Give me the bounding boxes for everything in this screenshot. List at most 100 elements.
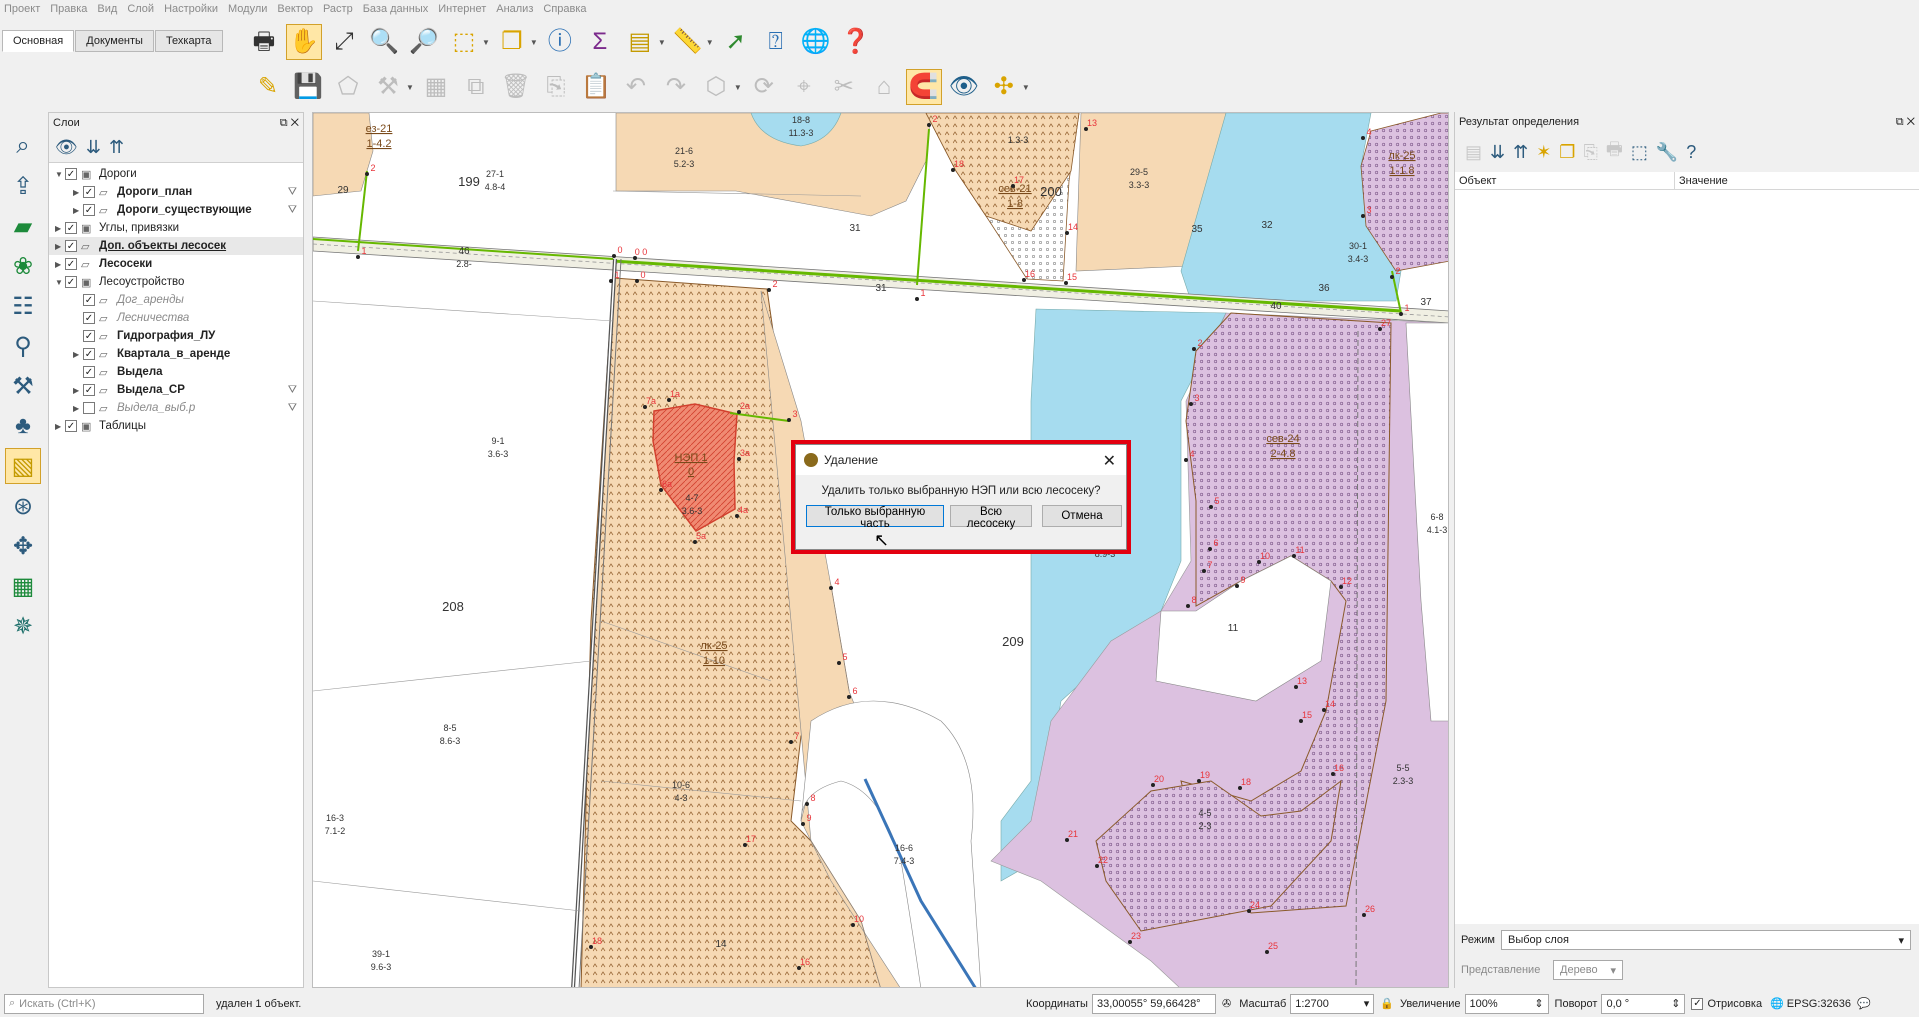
layer-row[interactable]: ▶ ▱ Выдела_выб.р ⛛ — [49, 399, 303, 417]
locator-search-input[interactable]: ⌕ Искать (Ctrl+K) — [4, 993, 204, 1014]
view-select[interactable]: Дерево ▾ — [1553, 960, 1623, 980]
menu-item[interactable]: Проект — [4, 3, 40, 15]
map-vertex-point[interactable] — [805, 802, 809, 806]
results-tree[interactable] — [1455, 190, 1919, 924]
menu-item[interactable]: Вектор — [277, 3, 313, 15]
undo-icon[interactable]: ↶ — [618, 69, 654, 105]
globe-icon[interactable]: 🌐 — [798, 24, 834, 60]
collapse-all-icon[interactable]: ⇈ — [109, 137, 124, 158]
layer-row[interactable]: ▶ ✓ ▱ Дороги_план ⛛ — [49, 183, 303, 201]
chevron-down-icon[interactable]: ▼ — [530, 38, 538, 47]
layer-visibility-checkbox[interactable]: ✓ — [83, 204, 95, 216]
tab-techmap[interactable]: Техкарта — [154, 30, 223, 52]
chevron-down-icon[interactable]: ▼ — [706, 38, 714, 47]
expand-arrow-icon[interactable]: ▶ — [73, 404, 83, 413]
add-feature-icon[interactable]: ⬠ — [330, 69, 366, 105]
snapping-magnet-icon[interactable]: 🧲 — [905, 69, 942, 105]
crs-globe-icon[interactable]: 🌐 — [1770, 997, 1784, 1010]
identify-icon[interactable]: ⓘ — [542, 24, 578, 60]
coords-field[interactable]: 33,00055° 59,66428° — [1091, 993, 1216, 1014]
layer-visibility-checkbox[interactable]: ✓ — [65, 222, 77, 234]
layer-visibility-checkbox[interactable]: ✓ — [83, 294, 95, 306]
map-vertex-point[interactable] — [1399, 312, 1403, 316]
map-vertex-point[interactable] — [927, 123, 931, 127]
delete-selected-icon[interactable]: 🗑 — [498, 69, 534, 105]
tools-icon[interactable]: ⚒ — [5, 368, 41, 404]
chevron-down-icon[interactable]: ▼ — [482, 38, 490, 47]
tree-emblem-icon[interactable]: ✵ — [5, 608, 41, 644]
map-vertex-point[interactable] — [1235, 584, 1239, 588]
redo-icon[interactable]: ↷ — [658, 69, 694, 105]
layer-row[interactable]: ▶ ✓ ▱ Доп. объекты лесосек — [49, 237, 303, 255]
calculator-icon[interactable]: ▦ — [5, 568, 41, 604]
layer-visibility-checkbox[interactable]: ✓ — [83, 366, 95, 378]
zoom-full-icon[interactable]: ⤢ — [326, 24, 362, 60]
menu-item[interactable]: Правка — [50, 3, 87, 15]
checklist-icon[interactable]: ☷ — [5, 288, 41, 324]
filter-icon[interactable]: ⛛ — [288, 186, 297, 199]
toggle-edit-pencil-icon[interactable]: ✎ — [250, 69, 286, 105]
menu-item[interactable]: Настройки — [164, 3, 218, 15]
copy-features-icon[interactable]: ⧉ — [458, 69, 494, 105]
expand-arrow-icon[interactable]: ▶ — [73, 206, 83, 215]
help-tip-icon[interactable]: ⍰ — [758, 24, 794, 60]
collapse-all-icon[interactable]: ⇈ — [1513, 142, 1528, 163]
identify-mode-icon[interactable]: ⬚ — [1631, 142, 1648, 163]
layer-visibility-checkbox[interactable]: ✓ — [83, 312, 95, 324]
coords-toggle-icon[interactable]: ✇ — [1222, 997, 1231, 1010]
mode-select[interactable]: Выбор слоя ▾ — [1501, 930, 1911, 950]
chevron-down-icon[interactable]: ▼ — [734, 83, 742, 92]
layer-row[interactable]: ▶ ✓ ▣ Таблицы — [49, 417, 303, 435]
map-vertex-point[interactable] — [1361, 136, 1365, 140]
menu-item[interactable]: База данных — [363, 3, 429, 15]
crs-label[interactable]: EPSG:32636 — [1787, 998, 1851, 1010]
map-vertex-point[interactable] — [787, 418, 791, 422]
scale-field[interactable]: 1:2700 ▾ — [1290, 993, 1375, 1014]
layer-row[interactable]: ▼ ✓ ▣ Лесоустройство — [49, 273, 303, 291]
menu-item[interactable]: Растр — [323, 3, 353, 15]
measure-ruler-icon[interactable]: 📏 — [670, 24, 706, 60]
layer-visibility-checkbox[interactable]: ✓ — [65, 168, 77, 180]
chevron-down-icon[interactable]: ▼ — [406, 83, 414, 92]
whole-cutting-area-button[interactable]: Всю лесосеку — [950, 505, 1032, 530]
route-pins-icon[interactable]: ⚲ — [5, 328, 41, 364]
filter-icon[interactable]: ⛛ — [288, 384, 297, 397]
map-vertex-point[interactable] — [1390, 275, 1394, 279]
map-vertex-point[interactable] — [915, 297, 919, 301]
vertex-tool-icon[interactable]: ⚒ — [370, 69, 406, 105]
layer-row[interactable]: ▶ ✓ ▣ Углы, привязки — [49, 219, 303, 237]
layer-row[interactable]: ▶ ✓ ▱ Дороги_существующие ⛛ — [49, 201, 303, 219]
rotate-icon[interactable]: ⟳ — [746, 69, 782, 105]
map-vertex-point[interactable] — [1186, 604, 1190, 608]
statistics-sigma-icon[interactable]: Σ — [582, 24, 618, 60]
upload-icon[interactable]: ⇪ — [5, 168, 41, 204]
visibility-eye-icon[interactable]: 👁 — [55, 137, 78, 158]
cursor-arrow-icon[interactable]: ➚ — [718, 24, 754, 60]
expand-arrow-icon[interactable]: ▶ — [55, 260, 65, 269]
expand-tree-icon[interactable]: ▤ — [1465, 142, 1482, 163]
layer-row[interactable]: ▼ ✓ ▣ Дороги — [49, 165, 303, 183]
tab-documents[interactable]: Документы — [75, 30, 154, 52]
paste-features-icon[interactable]: 📋 — [578, 69, 614, 105]
expand-arrow-icon[interactable]: ▶ — [55, 242, 65, 251]
menu-item[interactable]: Анализ — [496, 3, 533, 15]
help-icon[interactable]: ❓ — [838, 24, 874, 60]
map-vertex-point[interactable] — [1209, 505, 1213, 509]
chevron-down-icon[interactable]: ▼ — [1022, 83, 1030, 92]
map-vertex-point[interactable] — [1189, 402, 1193, 406]
map-vertex-point[interactable] — [767, 288, 771, 292]
zoom-layer-icon[interactable]: 🔍 — [366, 24, 402, 60]
map-vertex-point[interactable] — [609, 279, 613, 283]
print-icon[interactable]: 🖶 — [246, 24, 282, 60]
render-checkbox[interactable]: ✓ — [1691, 997, 1704, 1010]
layer-row[interactable]: ✓ ▱ Дог_аренды — [49, 291, 303, 309]
layer-visibility-checkbox[interactable]: ✓ — [83, 330, 95, 342]
expand-all-icon[interactable]: ⇊ — [1490, 142, 1505, 163]
split-icon[interactable]: ✂ — [826, 69, 862, 105]
layer-row[interactable]: ▶ ✓ ▱ Квартала_в_аренде — [49, 345, 303, 363]
menu-item[interactable]: Слой — [127, 3, 154, 15]
layer-row[interactable]: ✓ ▱ Гидрография_ЛУ — [49, 327, 303, 345]
compass-icon[interactable]: ⊛ — [5, 488, 41, 524]
expand-arrow-icon[interactable]: ▶ — [73, 386, 83, 395]
settings-wrench-icon[interactable]: 🔧 — [1656, 142, 1678, 163]
